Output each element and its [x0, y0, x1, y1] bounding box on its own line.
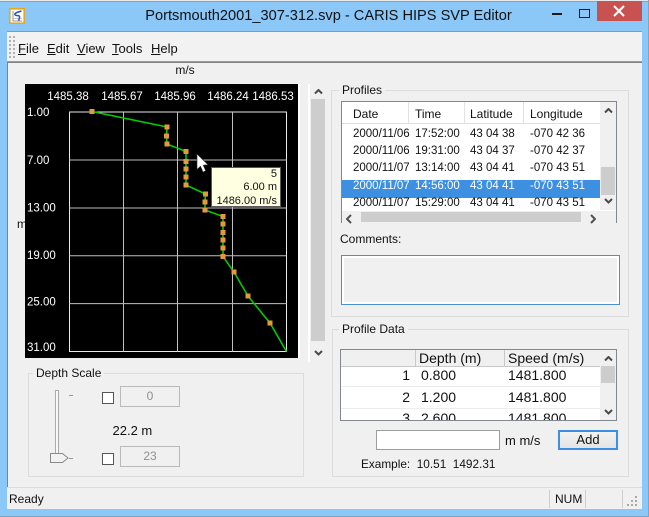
svg-text:25.00: 25.00: [27, 297, 56, 309]
svg-text:1486.53: 1486.53: [252, 91, 294, 103]
svg-text:1.00: 1.00: [27, 107, 49, 119]
svg-text:7.00: 7.00: [27, 155, 49, 167]
svg-text:1486.24: 1486.24: [207, 91, 249, 103]
svg-text:13.00: 13.00: [27, 203, 56, 215]
svg-text:31.00: 31.00: [27, 342, 56, 354]
svg-text:1485.38: 1485.38: [47, 91, 89, 103]
svg-text:1485.67: 1485.67: [101, 91, 143, 103]
svg-text:19.00: 19.00: [27, 250, 56, 262]
svg-text:1485.96: 1485.96: [154, 91, 196, 103]
